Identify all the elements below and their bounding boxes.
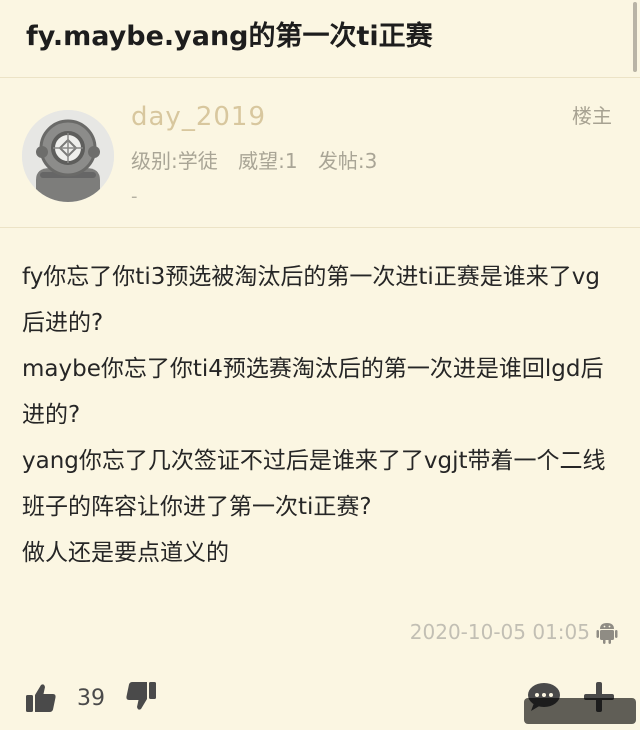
username[interactable]: day_2019 <box>131 102 266 132</box>
user-post-count: 发帖:3 <box>317 149 378 173</box>
post-paragraph: fy你忘了你ti3预选被淘汰后的第一次进ti正赛是谁来了vg后进的? <box>22 264 600 336</box>
post-timestamp: 2020-10-05 01:05 <box>409 620 590 644</box>
user-signature: - <box>131 186 138 207</box>
avatar[interactable] <box>22 110 114 202</box>
thread-header: fy.maybe.yang的第一次ti正赛 <box>0 0 640 78</box>
post-paragraph: yang你忘了几次签证不过后是谁来了了vgjt带着一个二线班子的阵容让你进了第一… <box>22 448 606 520</box>
thumb-down-icon[interactable] <box>125 680 157 712</box>
scrollbar[interactable] <box>633 2 637 72</box>
thread-title: fy.maybe.yang的第一次ti正赛 <box>26 21 433 52</box>
post-paragraph: 做人还是要点道义的 <box>22 540 229 566</box>
android-icon <box>596 623 618 644</box>
post-content: fy你忘了你ti3预选被淘汰后的第一次进ti正赛是谁来了vg后进的? maybe… <box>22 254 622 576</box>
user-prestige: 威望:1 <box>238 149 298 173</box>
op-badge: 楼主 <box>572 104 612 128</box>
divider <box>0 227 640 228</box>
diving-helmet-icon <box>22 110 114 202</box>
like-count: 39 <box>77 686 105 711</box>
watermark-overlay <box>524 698 636 724</box>
user-meta: 级别:学徒 威望:1 发帖:3 <box>131 145 391 174</box>
user-level: 级别:学徒 <box>131 149 218 173</box>
thumb-up-icon[interactable] <box>25 682 57 714</box>
post-paragraph: maybe你忘了你ti4预选赛淘汰后的第一次进是谁回lgd后进的? <box>22 356 604 428</box>
